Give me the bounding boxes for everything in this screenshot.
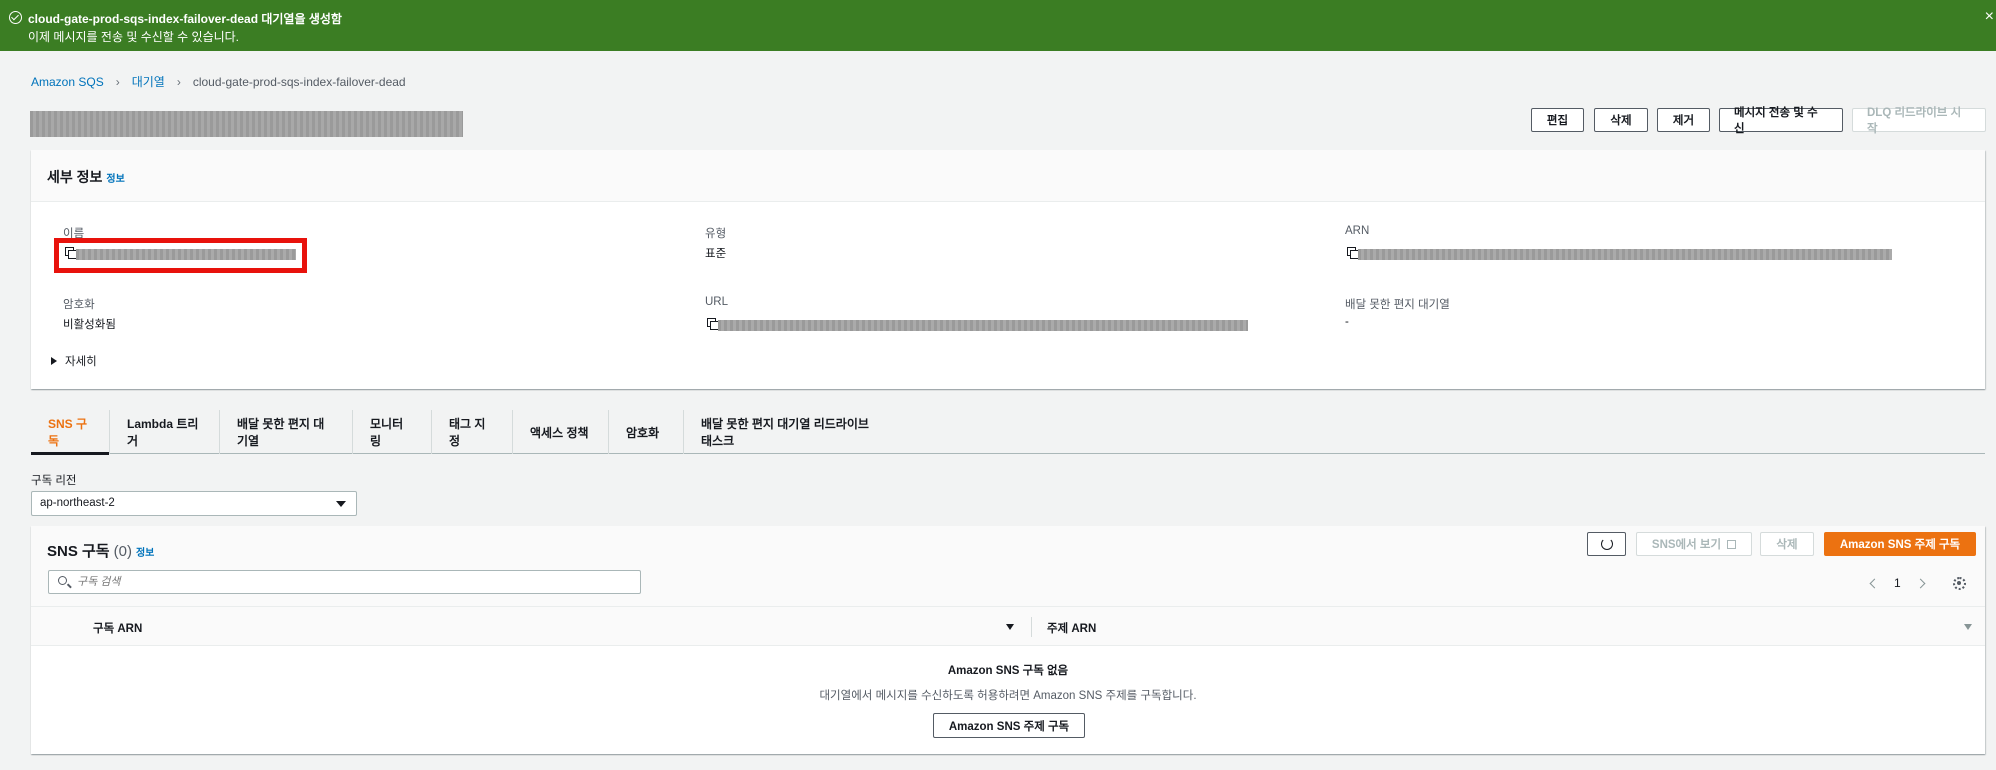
sns-subscriptions-panel: SNS 구독 (0) 정보 SNS에서 보기 삭제 Amazon SNS 주제 구독… <box>31 526 1985 754</box>
delete-button[interactable]: 삭제 <box>1594 108 1648 132</box>
tab-encryption[interactable]: 암호화 <box>609 410 684 454</box>
details-title: 세부 정보 <box>47 169 103 185</box>
region-select-value: ap-northeast-2 <box>40 497 115 509</box>
column-subscription-arn[interactable]: 구독 ARN <box>93 620 142 636</box>
dlq-label: 배달 못한 편지 대기열 <box>1345 299 1450 311</box>
caret-right-icon <box>51 357 57 365</box>
details-header: 세부 정보 정보 <box>31 150 1985 202</box>
empty-state-title: Amazon SNS 구독 없음 <box>947 665 1069 677</box>
tab-dead-letter-queue[interactable]: 배달 못한 편지 대기열 <box>220 410 353 454</box>
tab-monitoring[interactable]: 모니터링 <box>353 410 432 454</box>
copy-icon[interactable] <box>707 318 719 330</box>
breadcrumb-queues[interactable]: 대기열 <box>132 73 165 90</box>
breadcrumb-current: cloud-gate-prod-sqs-index-failover-dead <box>192 74 406 89</box>
refresh-button[interactable] <box>1587 532 1626 556</box>
url-label: URL <box>705 296 729 308</box>
table-header: 구독 ARN 주제 ARN <box>31 606 1985 646</box>
name-highlight-box <box>54 238 307 273</box>
send-receive-button[interactable]: 메시지 전송 및 수신 <box>1719 107 1843 135</box>
tab-bar: SNS 구독 Lambda 트리거 배달 못한 편지 대기열 모니터링 태그 지… <box>31 410 1985 455</box>
view-in-sns-button[interactable]: SNS에서 보기 <box>1636 532 1752 556</box>
region-label: 구독 리전 <box>31 475 77 487</box>
sort-caret-icon[interactable] <box>1964 624 1972 630</box>
page-number[interactable]: 1 <box>1894 576 1901 590</box>
empty-state-description: 대기열에서 메시지를 수신하도록 허용하려면 Amazon SNS 주제를 구독… <box>819 690 1197 702</box>
check-circle-icon <box>9 11 22 24</box>
copy-icon[interactable] <box>1347 247 1359 259</box>
header-actions: 삭제 <box>1594 108 1648 132</box>
breadcrumb: Amazon SQS › 대기열 › cloud-gate-prod-sqs-i… <box>31 73 406 90</box>
encryption-value: 비활성화됨 <box>63 319 116 331</box>
breadcrumb-amazon-sqs[interactable]: Amazon SQS <box>31 75 104 89</box>
arn-value-redacted <box>1358 249 1892 260</box>
edit-button[interactable]: 편집 <box>1531 108 1584 132</box>
header-actions: 메시지 전송 및 수신 <box>1719 107 1843 135</box>
caret-down-icon <box>336 501 346 507</box>
search-icon <box>58 576 67 585</box>
sns-count: (0) <box>113 543 132 560</box>
sns-actions: SNS에서 보기 삭제 Amazon SNS 주제 구독 <box>1587 532 1976 556</box>
empty-subscribe-button[interactable]: Amazon SNS 주제 구독 <box>933 713 1085 738</box>
chevron-left-icon[interactable] <box>1869 578 1880 588</box>
type-label: 유형 <box>705 228 727 240</box>
refresh-icon <box>1600 538 1613 550</box>
gear-icon[interactable] <box>1953 577 1966 590</box>
view-in-sns-label: SNS에서 보기 <box>1651 539 1722 551</box>
arn-label: ARN <box>1345 225 1370 237</box>
column-topic-arn[interactable]: 주제 ARN <box>1047 620 1096 636</box>
tab-dlq-redrive-tasks[interactable]: 배달 못한 편지 대기열 리드라이브 태스크 <box>684 410 900 454</box>
subscription-search <box>48 570 641 594</box>
flash-title: cloud-gate-prod-sqs-index-failover-dead … <box>28 12 342 26</box>
url-value-redacted <box>718 320 1248 331</box>
type-value: 표준 <box>705 248 727 260</box>
sort-caret-icon[interactable] <box>1006 624 1014 630</box>
purge-button[interactable]: 제거 <box>1657 108 1710 132</box>
chevron-right-icon: › <box>176 74 181 89</box>
search-input[interactable] <box>77 574 627 590</box>
page-title-redacted <box>30 111 463 137</box>
tab-tagging[interactable]: 태그 지정 <box>432 410 513 454</box>
details-panel: 세부 정보 정보 이름 유형 표준 ARN 암호화 비활성화됨 URL 배달 못한… <box>31 150 1985 389</box>
external-link-icon <box>1727 539 1737 549</box>
more-details-label: 자세히 <box>65 356 97 368</box>
success-flash-banner: cloud-gate-prod-sqs-index-failover-dead … <box>0 0 1996 51</box>
tab-access-policy[interactable]: 액세스 정책 <box>513 410 609 454</box>
encryption-label: 암호화 <box>63 299 95 311</box>
tab-lambda-triggers[interactable]: Lambda 트리거 <box>110 410 220 454</box>
close-icon[interactable]: × <box>1985 8 1994 26</box>
dlq-value: - <box>1345 316 1349 328</box>
header-actions: 제거 <box>1657 108 1710 132</box>
flash-message: 이제 메시지를 전송 및 수신할 수 있습니다. <box>28 30 240 44</box>
info-link[interactable]: 정보 <box>136 548 154 559</box>
pagination: 1 <box>1869 576 1926 590</box>
header-actions: DLQ 리드라이브 시작 <box>1852 107 1986 135</box>
more-details-expander[interactable]: 자세히 <box>51 353 97 369</box>
header-actions: 편집 <box>1531 108 1584 132</box>
region-select[interactable]: ap-northeast-2 <box>31 491 357 516</box>
dlq-redrive-button[interactable]: DLQ 리드라이브 시작 <box>1852 107 1986 135</box>
chevron-right-icon: › <box>115 74 120 89</box>
sns-title: SNS 구독 <box>47 543 110 560</box>
column-divider <box>1031 617 1032 637</box>
chevron-right-icon[interactable] <box>1915 578 1926 588</box>
info-link[interactable]: 정보 <box>106 174 124 185</box>
subscribe-sns-topic-button[interactable]: Amazon SNS 주제 구독 <box>1824 532 1976 556</box>
delete-subscription-button[interactable]: 삭제 <box>1760 532 1814 556</box>
tab-sns-subscriptions[interactable]: SNS 구독 <box>31 410 110 455</box>
